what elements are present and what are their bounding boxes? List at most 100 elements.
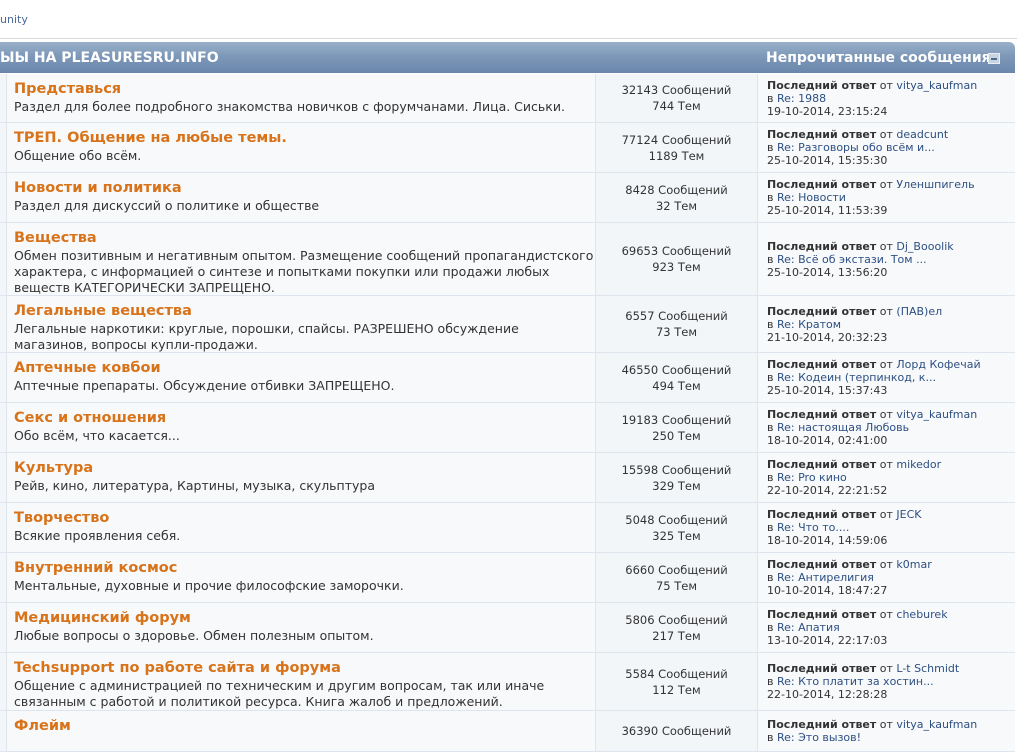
forum-row: Секс и отношения Обо всём, что касается..…: [0, 403, 1015, 453]
forum-status-icon: [0, 223, 7, 295]
last-post-label: Последний ответ: [767, 662, 877, 675]
forum-status-icon: [0, 74, 7, 122]
last-post-user-link[interactable]: Dj_Booolik: [896, 240, 953, 253]
last-post-topic-link[interactable]: Re: Кратом: [777, 318, 841, 331]
forum-title-link[interactable]: Медицинский форум: [14, 610, 595, 627]
last-post-label: Последний ответ: [767, 408, 877, 421]
last-post-user-link[interactable]: vitya_kaufman: [896, 408, 977, 421]
topic-count: 325 Тем: [652, 528, 701, 543]
forum-stats: 8428 Сообщений 32 Тем: [596, 173, 758, 222]
post-count: 69653 Сообщений: [621, 244, 732, 258]
forum-title-link[interactable]: Секс и отношения: [14, 410, 595, 427]
forum-info: Культура Рейв, кино, литература, Картины,…: [7, 453, 596, 502]
forum-description: Раздел для более подробного знакомства н…: [14, 99, 565, 114]
last-post-info: Последний ответ от deadcunt в Re: Разгово…: [758, 123, 1015, 172]
forum-description: Общение обо всём.: [14, 148, 142, 163]
forum-title-link[interactable]: Вещества: [14, 230, 595, 247]
by-label: от: [879, 178, 893, 191]
last-post-topic-link[interactable]: Re: Апатия: [777, 621, 840, 634]
in-label: в: [767, 621, 774, 634]
in-label: в: [767, 371, 774, 384]
last-post-user-link[interactable]: mikedor: [896, 458, 941, 471]
last-post-user-link[interactable]: L-t Schmidt: [896, 662, 959, 675]
post-count: 15598 Сообщений: [621, 462, 732, 477]
forum-stats: 36390 Сообщений: [596, 711, 758, 751]
top-header: unity: [0, 0, 1017, 39]
last-post-date: 25-10-2014, 11:53:39: [767, 204, 888, 217]
topic-count: 75 Тем: [655, 578, 698, 593]
forum-info: ТРЕП. Общение на любые темы. Общение обо …: [7, 123, 596, 172]
forum-status-icon: [0, 353, 7, 402]
forum-info: Творчество Всякие проявления себя.: [7, 503, 596, 552]
last-post-user-link[interactable]: k0mar: [896, 558, 931, 571]
forum-description: Аптечные препараты. Обсуждение отбивки З…: [14, 378, 395, 393]
forum-list: Представься Раздел для более подробного з…: [0, 74, 1015, 752]
last-post-topic-link[interactable]: Re: Кто платит за хостин...: [777, 675, 934, 688]
forum-status-icon: [0, 403, 7, 452]
last-post-date: 18-10-2014, 14:59:06: [767, 534, 888, 547]
by-label: от: [879, 508, 893, 521]
last-post-topic-link[interactable]: Re: Новости: [777, 191, 846, 204]
last-post-user-link[interactable]: (ПАВ)ел: [896, 305, 942, 318]
last-post-info: Последний ответ от mikedor в Re: Pro кино…: [758, 453, 1015, 502]
last-post-user-link[interactable]: deadcunt: [896, 128, 948, 141]
last-post-label: Последний ответ: [767, 239, 877, 253]
last-post-user-link[interactable]: Уленшпигель: [896, 178, 974, 191]
forum-title-link[interactable]: Флейм: [14, 718, 595, 735]
last-post-topic-link[interactable]: Re: Pro кино: [777, 471, 847, 484]
forum-info: Секс и отношения Обо всём, что касается..…: [7, 403, 596, 452]
forum-stats: 77124 Сообщений 1189 Тем: [596, 123, 758, 172]
by-label: от: [879, 718, 893, 731]
breadcrumb[interactable]: unity: [0, 13, 28, 26]
forum-title-link[interactable]: Культура: [14, 460, 595, 477]
forum-description: Всякие проявления себя.: [14, 528, 181, 543]
forum-info: Легальные вещества Легальные наркотики: к…: [7, 296, 596, 352]
forum-title-link[interactable]: Внутренний космос: [14, 560, 595, 577]
in-label: в: [767, 471, 774, 484]
forum-status-icon: [0, 603, 7, 652]
in-label: в: [767, 731, 774, 744]
by-label: от: [879, 239, 893, 253]
forum-status-icon: [0, 173, 7, 222]
forum-stats: 32143 Сообщений 744 Тем: [596, 74, 758, 122]
forum-title-link[interactable]: Легальные вещества: [14, 303, 595, 320]
last-post-label: Последний ответ: [767, 78, 877, 92]
forum-title-link[interactable]: Аптечные ковбои: [14, 360, 595, 377]
unread-messages-link[interactable]: Непрочитанные сообщения: [766, 50, 991, 66]
by-label: от: [879, 128, 893, 141]
in-label: в: [767, 91, 774, 105]
category-title[interactable]: ЫЫ НА PLEASURESRU.INFO: [0, 50, 219, 66]
post-count: 77124 Сообщений: [621, 132, 732, 147]
topic-count: 73 Тем: [655, 325, 698, 339]
last-post-user-link[interactable]: vitya_kaufman: [896, 718, 977, 731]
category-header: ЫЫ НА PLEASURESRU.INFO Непрочитанные соо…: [0, 42, 1015, 73]
forum-info: Новости и политика Раздел для дискуссий о…: [7, 173, 596, 222]
last-post-user-link[interactable]: JECK: [896, 508, 921, 521]
topic-count: 217 Тем: [652, 628, 701, 643]
post-count: 32143 Сообщений: [621, 83, 732, 97]
last-post-topic-link[interactable]: Re: настоящая Любовь: [777, 421, 909, 434]
forum-title-link[interactable]: Новости и политика: [14, 180, 595, 197]
last-post-user-link[interactable]: Лорд Кофечай: [896, 358, 980, 371]
forum-row: Новости и политика Раздел для дискуссий о…: [0, 173, 1015, 223]
forum-title-link[interactable]: Techsupport по работе сайта и форума: [14, 660, 595, 677]
forum-stats: 5048 Сообщений 325 Тем: [596, 503, 758, 552]
forum-title-link[interactable]: ТРЕП. Общение на любые темы.: [14, 130, 595, 147]
post-count: 5584 Сообщений: [625, 666, 728, 681]
post-count: 5806 Сообщений: [625, 612, 728, 627]
forum-title-link[interactable]: Творчество: [14, 510, 595, 527]
last-post-topic-link[interactable]: Re: Кодеин (терпинкод, к...: [777, 371, 936, 384]
last-post-topic-link[interactable]: Re: Всё об экстази. Том ...: [777, 253, 927, 266]
last-post-user-link[interactable]: vitya_kaufman: [896, 79, 977, 92]
last-post-topic-link[interactable]: Re: Разговоры обо всём и...: [777, 141, 935, 154]
last-post-topic-link[interactable]: Re: Антирелигия: [777, 571, 874, 584]
forum-row: Флейм 36390 Сообщений Последний ответ от v…: [0, 711, 1015, 752]
post-count: 6660 Сообщений: [625, 562, 728, 577]
last-post-topic-link[interactable]: Re: 1988: [777, 92, 826, 105]
last-post-topic-link[interactable]: Re: Что то....: [777, 521, 849, 534]
collapse-icon[interactable]: [988, 53, 1000, 64]
last-post-topic-link[interactable]: Re: Это вызов!: [777, 731, 861, 744]
forum-title-link[interactable]: Представься: [14, 81, 595, 98]
last-post-date: 25-10-2014, 13:56:20: [767, 265, 888, 279]
last-post-user-link[interactable]: cheburek: [896, 608, 947, 621]
